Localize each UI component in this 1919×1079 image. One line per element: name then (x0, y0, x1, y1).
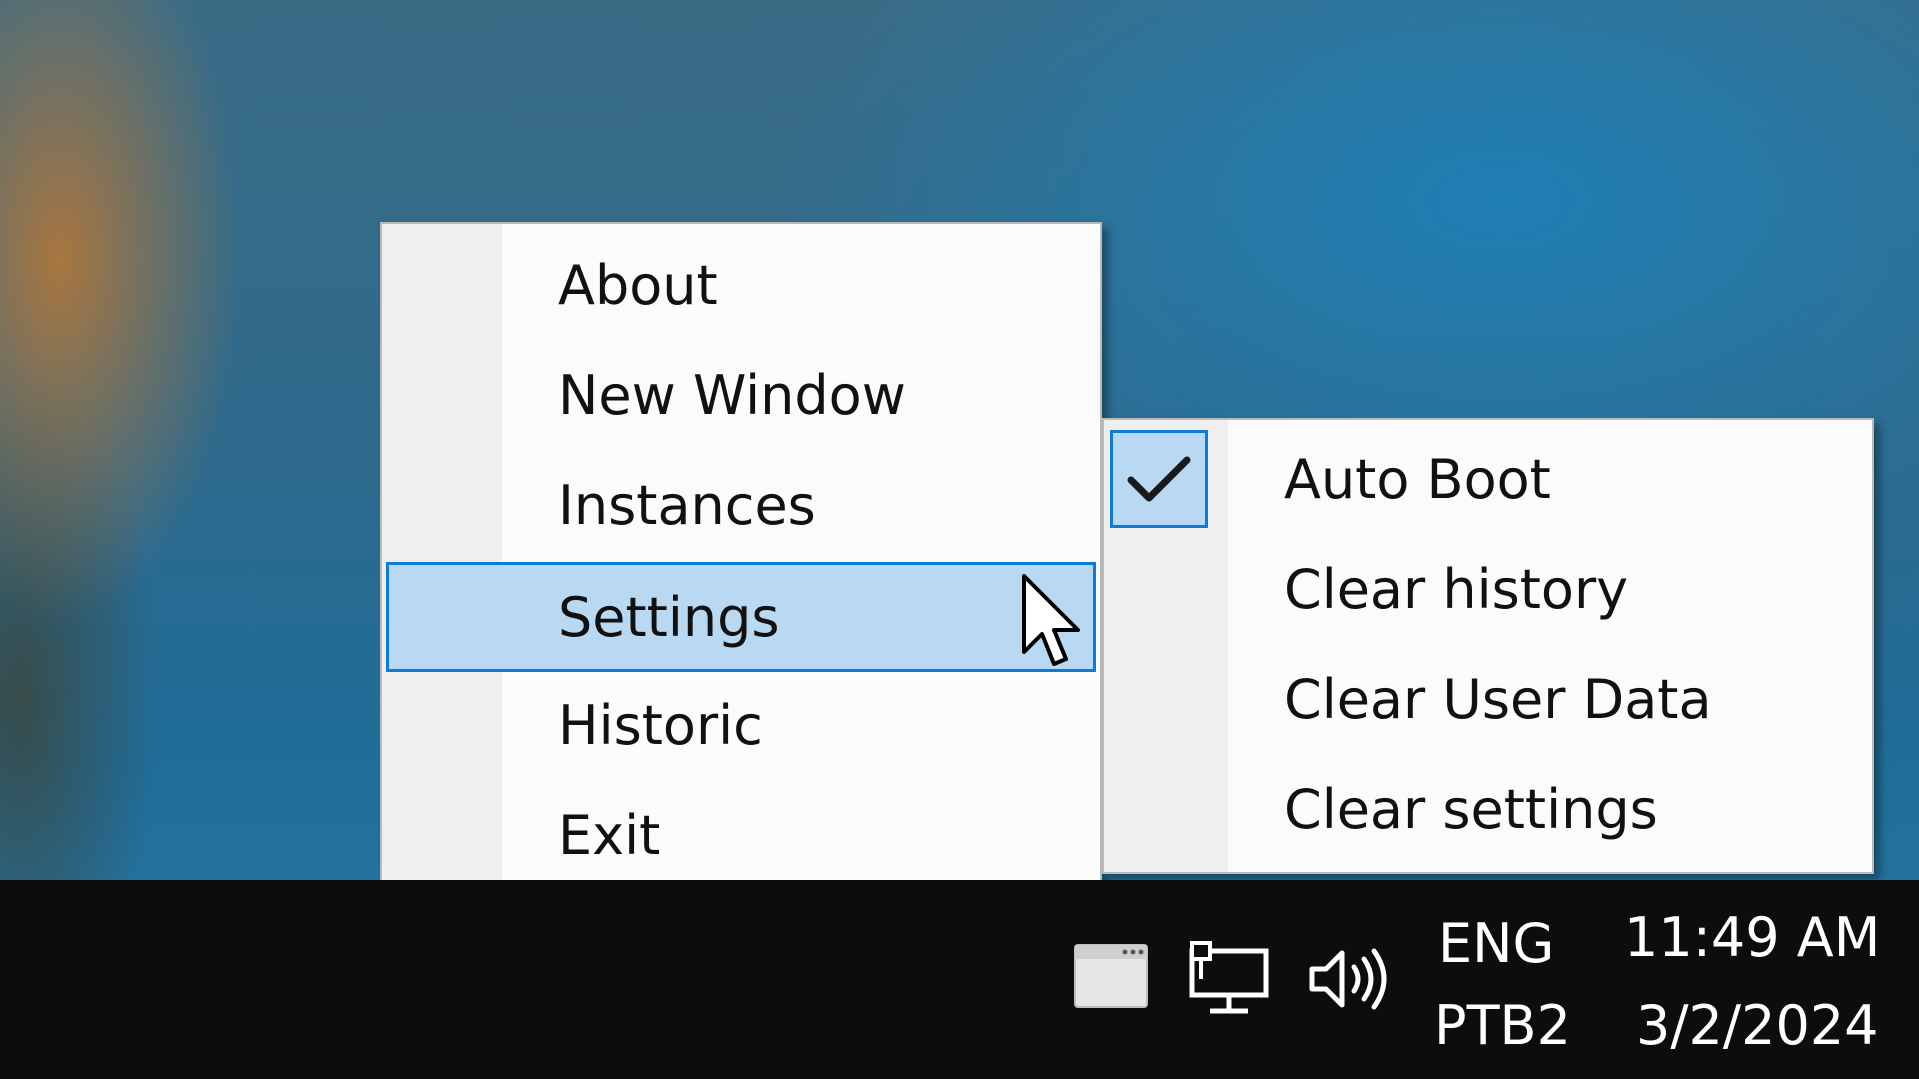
menu-item-label: About (558, 253, 718, 317)
submenu-item-clear-history[interactable]: Clear history (1108, 534, 1868, 644)
submenu-item-label: Auto Boot (1284, 447, 1551, 511)
network-icon[interactable] (1184, 934, 1274, 1024)
menu-item-about[interactable]: About (386, 230, 1096, 340)
clock-time[interactable]: 11:49 AM (1624, 906, 1880, 969)
menu-item-label: New Window (558, 363, 906, 427)
menu-item-label: Exit (558, 803, 661, 867)
submenu-item-clear-settings[interactable]: Clear settings (1108, 754, 1868, 864)
app-window-icon[interactable] (1068, 940, 1154, 1012)
menu-item-exit[interactable]: Exit (386, 780, 1096, 890)
mouse-pointer-icon (1022, 574, 1080, 666)
tray-context-menu: About New Window Instances Settings Hist… (380, 222, 1102, 882)
menu-item-instances[interactable]: Instances (386, 450, 1096, 560)
menu-item-historic[interactable]: Historic (386, 670, 1096, 780)
submenu-item-label: Clear settings (1284, 777, 1658, 841)
submenu-item-auto-boot[interactable]: Auto Boot (1108, 424, 1868, 534)
keyboard-layout[interactable]: PTB2 (1434, 994, 1571, 1057)
menu-item-label: Instances (558, 473, 816, 537)
volume-icon[interactable] (1302, 934, 1394, 1024)
submenu-item-label: Clear history (1284, 557, 1629, 621)
menu-item-new-window[interactable]: New Window (386, 340, 1096, 450)
menu-item-settings[interactable]: Settings (386, 562, 1096, 672)
clock-date[interactable]: 3/2/2024 (1636, 994, 1879, 1057)
settings-submenu: Auto Boot Clear history Clear User Data … (1102, 418, 1874, 874)
menu-item-label: Settings (558, 585, 780, 649)
checkmark-icon (1127, 456, 1191, 502)
input-language[interactable]: ENG (1438, 912, 1554, 975)
submenu-item-label: Clear User Data (1284, 667, 1712, 731)
menu-item-label: Historic (558, 693, 763, 757)
submenu-item-clear-user-data[interactable]: Clear User Data (1108, 644, 1868, 754)
checkmark-box (1110, 430, 1208, 528)
taskbar: ENG PTB2 11:49 AM 3/2/2024 (0, 880, 1919, 1079)
